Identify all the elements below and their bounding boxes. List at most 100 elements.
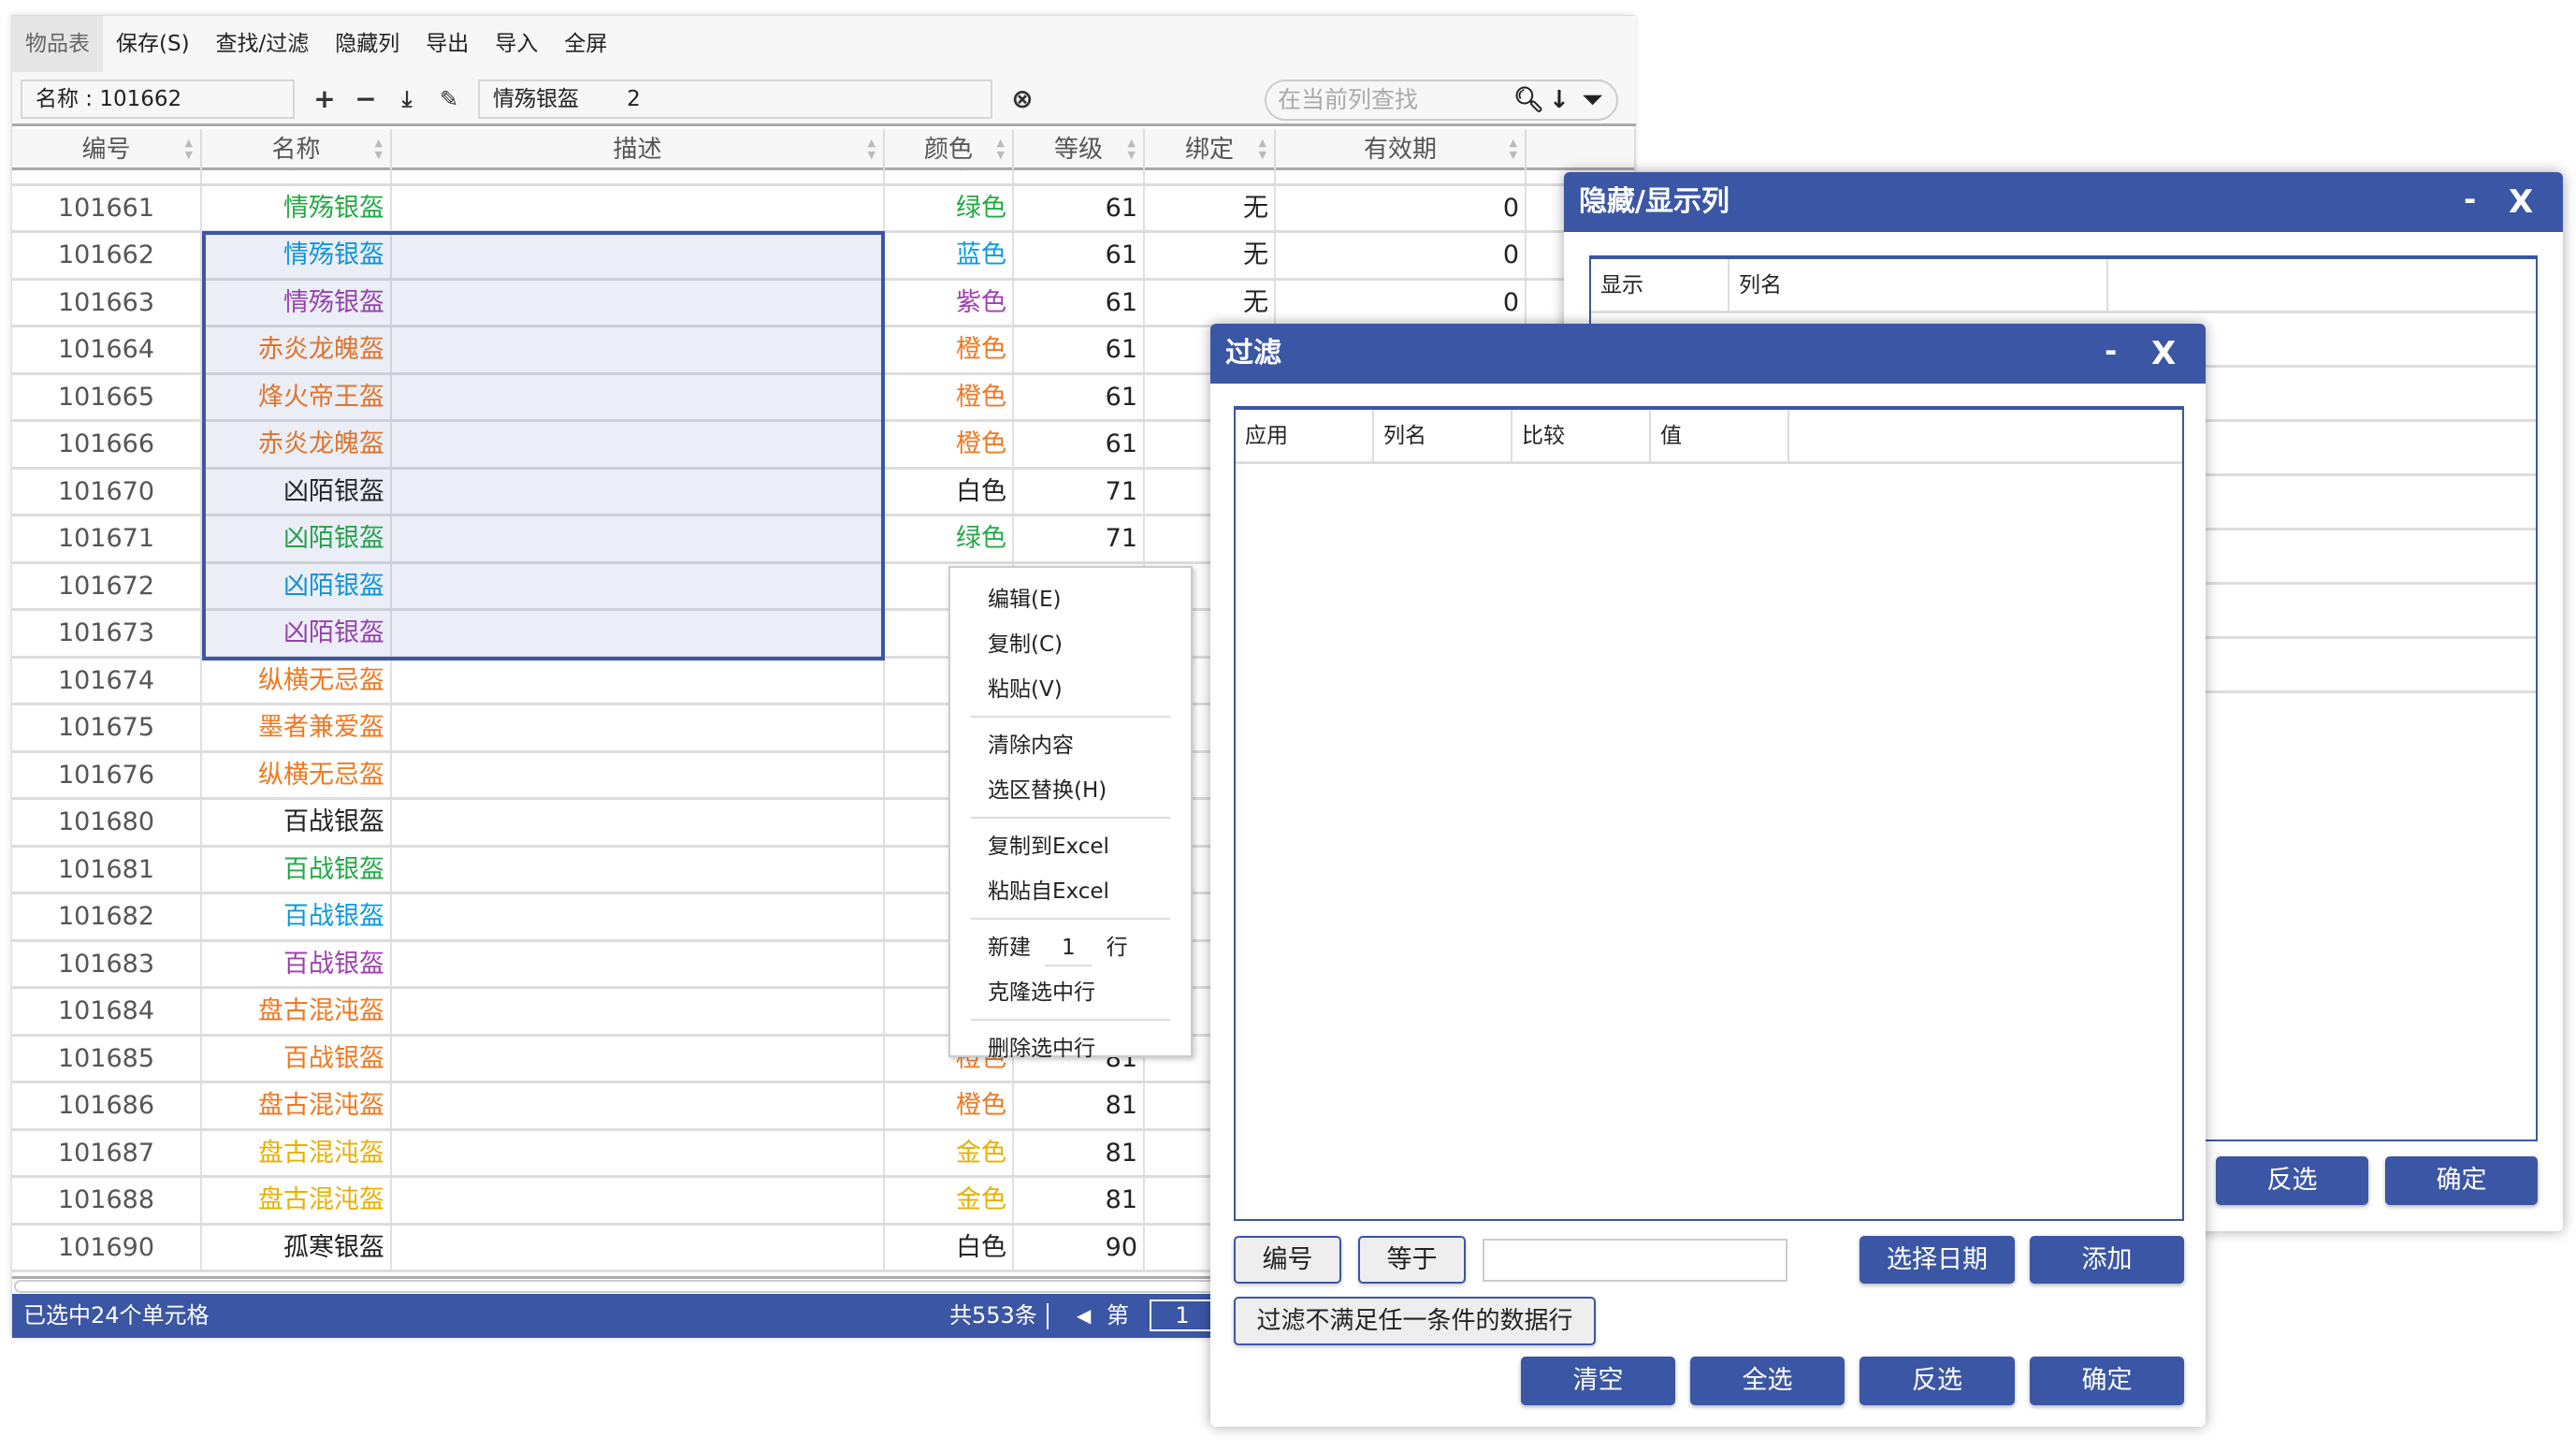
cell-id[interactable]: 101673 (12, 611, 202, 656)
cell-description[interactable] (392, 422, 885, 467)
sort-icon[interactable]: ▲ ▼ (185, 137, 193, 161)
ok-button[interactable]: 确定 (2385, 1156, 2538, 1205)
cell-id[interactable]: 101680 (12, 800, 202, 845)
cell-description[interactable] (392, 1178, 885, 1223)
cell-description[interactable] (392, 800, 885, 845)
column-header-color[interactable]: 颜色 ▲ ▼ (885, 129, 1014, 170)
cell-name[interactable]: 百战银盔 (202, 941, 392, 986)
cell-description[interactable] (392, 280, 885, 325)
cell-description[interactable] (392, 705, 885, 750)
sort-icon[interactable]: ▲ ▼ (1259, 137, 1266, 161)
sort-icon[interactable]: ▲ ▼ (997, 137, 1005, 161)
cell-id[interactable]: 101671 (12, 516, 202, 561)
menu-edit[interactable]: 编辑(E) (950, 577, 1191, 622)
menu-paste[interactable]: 粘贴(V) (950, 667, 1191, 712)
filter-mode-toggle[interactable]: 过滤不满足任一条件的数据行 (1234, 1297, 1596, 1345)
cell-id[interactable]: 101663 (12, 280, 202, 325)
cell-bind[interactable]: 无 (1145, 280, 1276, 325)
prev-page-icon[interactable]: ◀ (1077, 1294, 1091, 1338)
cell-id[interactable]: 101681 (12, 847, 202, 892)
column-header-name[interactable]: 名称 ▲ ▼ (202, 129, 392, 170)
cell-description[interactable] (392, 847, 885, 892)
menu-replace-selection[interactable]: 选区替换(H) (950, 768, 1191, 813)
cell-color[interactable]: 绿色 (885, 185, 1014, 230)
cell-level[interactable]: 71 (1014, 469, 1145, 514)
menu-item-import[interactable]: 导入 (482, 16, 551, 72)
arrow-down-icon[interactable]: ↓ (1549, 81, 1570, 119)
cell-name[interactable]: 烽火帝王盔 (202, 374, 392, 419)
cell-description[interactable] (392, 327, 885, 372)
cell-name[interactable]: 凶陌银盔 (202, 469, 392, 514)
cell-description[interactable] (392, 1130, 885, 1175)
cell-id[interactable]: 101664 (12, 327, 202, 372)
cell-color[interactable]: 橙色 (885, 327, 1014, 372)
column-search-input[interactable]: 在当前列查找 🔍︎ ↓ ⏷ (1265, 80, 1618, 121)
minimize-button[interactable]: - (2105, 324, 2117, 378)
cell-id[interactable]: 101666 (12, 422, 202, 467)
cell-name[interactable]: 盘古混沌盔 (202, 989, 392, 1034)
cell-description[interactable] (392, 563, 885, 608)
menu-item-hide-columns[interactable]: 隐藏列 (322, 16, 412, 72)
cell-level[interactable]: 61 (1014, 185, 1145, 230)
cell-name[interactable]: 盘古混沌盔 (202, 1130, 392, 1175)
cell-value-input[interactable]: 情殇银盔 2 (478, 80, 992, 119)
cell-level[interactable]: 61 (1014, 233, 1145, 278)
cell-id[interactable]: 101676 (12, 752, 202, 797)
cell-color[interactable]: 紫色 (885, 280, 1014, 325)
cell-name[interactable]: 百战银盔 (202, 1036, 392, 1081)
cell-description[interactable] (392, 611, 885, 656)
cell-description[interactable] (392, 941, 885, 986)
menu-delete-rows[interactable]: 删除选中行 (950, 1026, 1191, 1071)
cell-description[interactable] (392, 516, 885, 561)
cell-level[interactable]: 61 (1014, 422, 1145, 467)
cell-name[interactable]: 凶陌银盔 (202, 563, 392, 608)
cell-name[interactable]: 情殇银盔 (202, 185, 392, 230)
menu-item-find-filter[interactable]: 查找/过滤 (203, 16, 323, 72)
column-select[interactable]: 编号 (1234, 1236, 1341, 1284)
cell-name[interactable]: 百战银盔 (202, 894, 392, 939)
cell-id[interactable]: 101682 (12, 894, 202, 939)
cell-expiry[interactable]: 0 (1276, 185, 1527, 230)
cell-color[interactable]: 橙色 (885, 422, 1014, 467)
cell-id[interactable]: 101683 (12, 941, 202, 986)
cell-id[interactable]: 101661 (12, 185, 202, 230)
menu-new-rows[interactable]: 新建 1 行 (950, 925, 1191, 970)
cell-id[interactable]: 101662 (12, 233, 202, 278)
select-all-button[interactable]: 全选 (1690, 1357, 1845, 1405)
cell-description[interactable] (392, 233, 885, 278)
cell-bind[interactable]: 无 (1145, 185, 1276, 230)
cell-id[interactable]: 101684 (12, 989, 202, 1034)
cell-level[interactable]: 81 (1014, 1178, 1145, 1223)
cell-level[interactable]: 81 (1014, 1130, 1145, 1175)
cell-color[interactable]: 金色 (885, 1130, 1014, 1175)
sort-icon[interactable]: ▲ ▼ (868, 137, 876, 161)
cell-id[interactable]: 101685 (12, 1036, 202, 1081)
cell-reference-field[interactable]: 名称 : 101662 (21, 80, 295, 119)
clear-icon[interactable]: ⊗ (1006, 80, 1039, 119)
cell-expiry[interactable]: 0 (1276, 280, 1527, 325)
invert-button[interactable]: 反选 (2216, 1156, 2368, 1205)
cell-description[interactable] (392, 469, 885, 514)
cell-level[interactable]: 90 (1014, 1225, 1145, 1270)
minimize-button[interactable]: - (2464, 172, 2476, 226)
edit-icon[interactable]: ✎ (432, 80, 466, 119)
cell-level[interactable]: 61 (1014, 327, 1145, 372)
cell-name[interactable]: 情殇银盔 (202, 280, 392, 325)
menu-item-save[interactable]: 保存(S) (103, 16, 203, 72)
cell-level[interactable]: 81 (1014, 1083, 1145, 1128)
filter-icon[interactable]: ⏷ (1583, 81, 1602, 119)
cell-name[interactable]: 盘古混沌盔 (202, 1083, 392, 1128)
plus-icon[interactable]: + (308, 80, 341, 119)
table-row[interactable]: 101662 情殇银盔 蓝色 61 无 0 (12, 233, 1636, 281)
minus-icon[interactable]: − (349, 80, 383, 119)
page-input[interactable]: 1 (1150, 1300, 1215, 1331)
column-header-id[interactable]: 编号 ▲ ▼ (12, 129, 202, 170)
cell-id[interactable]: 101674 (12, 658, 202, 703)
menu-copy-to-excel[interactable]: 复制到Excel (950, 824, 1191, 869)
column-header-expiry[interactable]: 有效期 ▲ ▼ (1276, 129, 1527, 170)
cell-name[interactable]: 孤寒银盔 (202, 1225, 392, 1270)
cell-name[interactable]: 盘古混沌盔 (202, 1178, 392, 1223)
cell-id[interactable]: 101686 (12, 1083, 202, 1128)
cell-level[interactable]: 71 (1014, 516, 1145, 561)
cell-id[interactable]: 101670 (12, 469, 202, 514)
